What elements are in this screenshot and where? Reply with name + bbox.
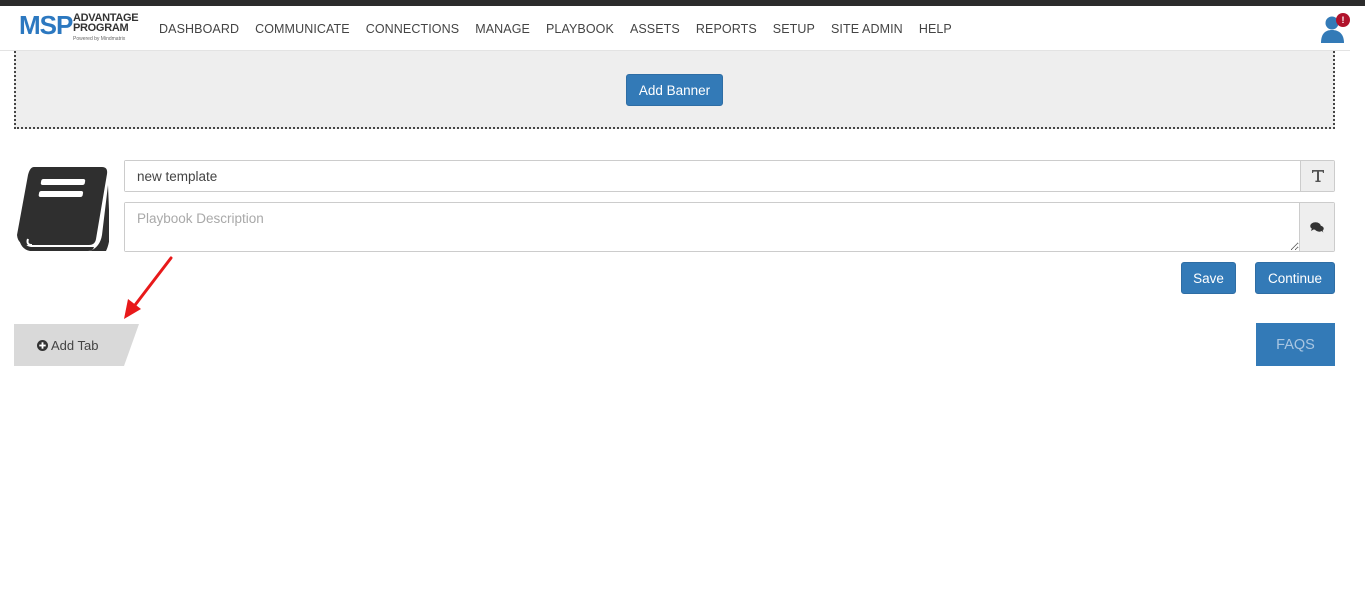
nav-playbook[interactable]: PLAYBOOK: [538, 22, 622, 36]
nav-site-admin[interactable]: SITE ADMIN: [823, 22, 911, 36]
navbar: MSP ADVANTAGE PROGRAM Powered by Mindmat…: [0, 6, 1350, 51]
notification-badge: !: [1336, 13, 1350, 27]
nav-assets[interactable]: ASSETS: [622, 22, 688, 36]
nav-setup[interactable]: SETUP: [765, 22, 823, 36]
playbook-description-input[interactable]: [125, 203, 1299, 251]
book-icon: [17, 167, 109, 251]
playbook-title-input[interactable]: [125, 161, 1300, 191]
nav-dashboard[interactable]: DASHBOARD: [151, 22, 247, 36]
text-format-icon[interactable]: [1300, 161, 1334, 191]
logo-title: ADVANTAGE PROGRAM: [73, 13, 139, 34]
logo-brand: MSP: [19, 10, 73, 40]
add-banner-button[interactable]: Add Banner: [626, 74, 723, 106]
add-tab-label: Add Tab: [51, 337, 99, 353]
continue-button[interactable]: Continue: [1255, 262, 1335, 294]
faqs-tab[interactable]: FAQS: [1256, 323, 1335, 366]
playbook-description-group: [124, 202, 1335, 252]
nav-help[interactable]: HELP: [911, 22, 960, 36]
nav-manage[interactable]: MANAGE: [467, 22, 538, 36]
add-tab-content: Add Tab: [37, 324, 98, 366]
save-button[interactable]: Save: [1181, 262, 1236, 294]
logo-tagline: Powered by Mindmatrix: [73, 36, 126, 42]
user-menu[interactable]: !: [1320, 13, 1350, 44]
msp-advantage-logo[interactable]: MSP ADVANTAGE PROGRAM Powered by Mindmat…: [19, 10, 139, 43]
nav-connections[interactable]: CONNECTIONS: [358, 22, 467, 36]
annotation-arrow: [124, 256, 173, 319]
nav-communicate[interactable]: COMMUNICATE: [247, 22, 358, 36]
comments-icon[interactable]: [1299, 203, 1334, 251]
add-tab-button[interactable]: Add Tab: [14, 324, 139, 366]
logo-line2: PROGRAM: [73, 22, 129, 34]
main-nav: DASHBOARD COMMUNICATE CONNECTIONS MANAGE…: [151, 6, 960, 51]
playbook-title-group: [124, 160, 1335, 192]
plus-circle-icon: [37, 339, 48, 351]
nav-reports[interactable]: REPORTS: [688, 22, 765, 36]
